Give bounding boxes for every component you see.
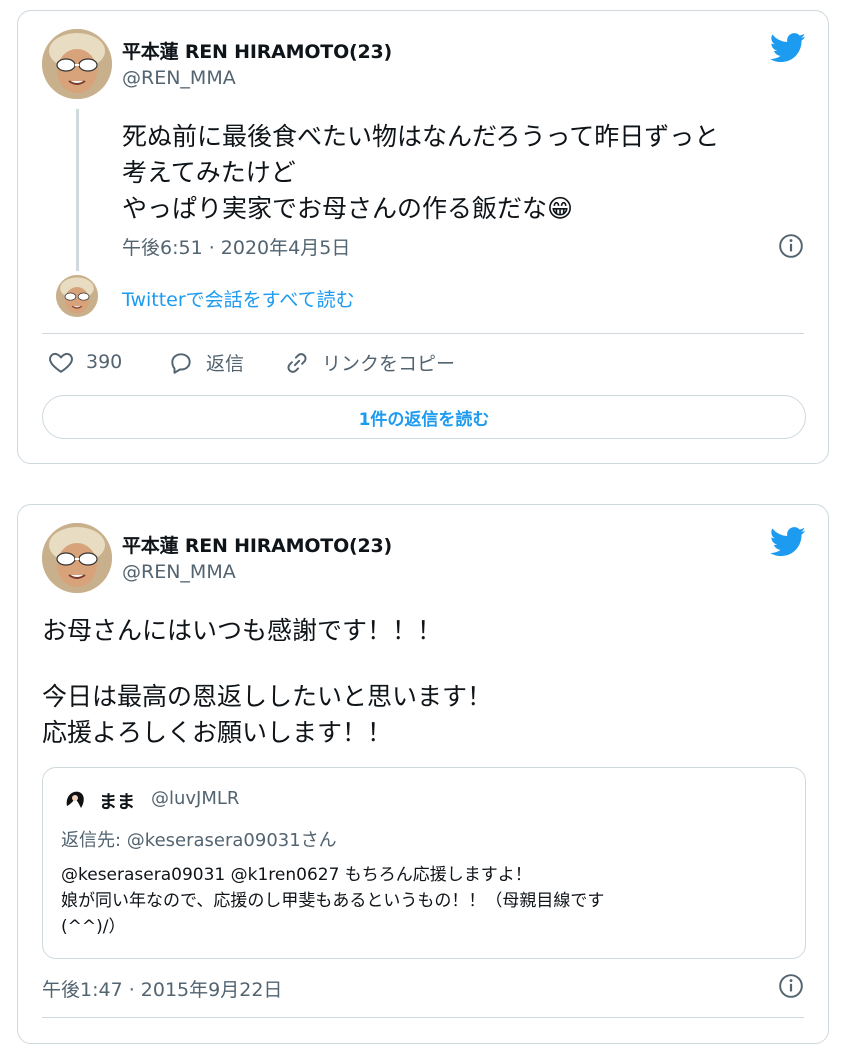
tweet-card-1: 平本蓮 REN HIRAMOTO(23) @REN_MMA 死ぬ前に最後食べたい… — [17, 10, 829, 464]
tweet-timestamp[interactable]: 午後1:47 · 2015年9月22日 — [42, 975, 282, 1002]
like-count: 390 — [86, 351, 123, 373]
tweet-text-line-3: やっぱり実家でお母さんの作る飯だな😁 — [122, 194, 574, 223]
tweet-timestamp[interactable]: 午後6:51 · 2020年4月5日 — [122, 233, 350, 260]
tweet-text-line-1: 死ぬ前に最後食べたい物はなんだろうって昨日ずっと — [122, 122, 720, 151]
copy-link-button[interactable]: リンクをコピー — [284, 349, 455, 376]
like-button[interactable]: 390 — [48, 349, 122, 375]
tweet-card-2: 平本蓮 REN HIRAMOTO(23) @REN_MMA お母さんにはいつも感… — [17, 504, 829, 1044]
quote-text-line-2: 娘が同い年なので、応援のし甲斐もあるというもの！！（母親目線です — [61, 891, 605, 911]
divider — [42, 1017, 804, 1018]
author-avatar[interactable] — [42, 29, 112, 99]
thread-line — [76, 109, 79, 271]
reply-label: 返信 — [206, 353, 245, 375]
avatar-image — [61, 786, 89, 814]
divider — [42, 333, 804, 334]
twitter-bird-icon[interactable] — [770, 33, 806, 63]
author-name[interactable]: 平本蓮 REN HIRAMOTO(23) — [122, 37, 392, 64]
avatar-image — [42, 29, 112, 99]
author-handle[interactable]: @REN_MMA — [122, 561, 236, 583]
conversation-avatar — [56, 275, 98, 317]
heart-icon — [49, 352, 73, 373]
avatar-image — [56, 275, 98, 317]
avatar-image — [42, 523, 112, 593]
quote-author-handle: @luvJMLR — [151, 788, 240, 809]
link-icon — [287, 352, 307, 373]
author-handle[interactable]: @REN_MMA — [122, 67, 236, 89]
copy-link-label: リンクをコピー — [322, 353, 456, 375]
reply-button[interactable]: 返信 — [168, 349, 244, 376]
quote-text-line-1: @keserasera09031 @k1ren0627 もちろん応援しますよ！ — [61, 865, 532, 885]
twitter-bird-icon[interactable] — [770, 527, 806, 557]
read-replies-button[interactable]: 1件の返信を読む — [42, 395, 806, 439]
tweet-text-line-3: 今日は最高の恩返ししたいと思います！ — [42, 682, 493, 711]
author-avatar[interactable] — [42, 523, 112, 593]
author-name[interactable]: 平本蓮 REN HIRAMOTO(23) — [122, 531, 392, 558]
quote-avatar — [61, 786, 89, 814]
info-icon[interactable] — [778, 233, 804, 259]
tweet-text-line-4: 応援よろしくお願いします！！ — [42, 718, 393, 747]
quote-reply-to: 返信先: @keserasera09031さん — [61, 826, 337, 852]
quoted-tweet[interactable]: まま @luvJMLR 返信先: @keserasera09031さん @kes… — [42, 767, 806, 959]
quote-text-line-3: (^^)/） — [61, 917, 126, 937]
read-conversation-link[interactable]: Twitterで会話をすべて読む — [122, 285, 355, 312]
info-icon[interactable] — [778, 973, 804, 999]
reply-to-prefix: 返信先: — [61, 830, 127, 851]
tweet-text-line-2: 考えてみたけど — [122, 158, 296, 187]
reply-icon — [171, 352, 191, 374]
reply-to-handle: @keserasera09031さん — [126, 830, 337, 851]
tweet-text-line-1: お母さんにはいつも感謝です！！！ — [42, 616, 443, 645]
quote-author-name: まま — [99, 792, 135, 813]
